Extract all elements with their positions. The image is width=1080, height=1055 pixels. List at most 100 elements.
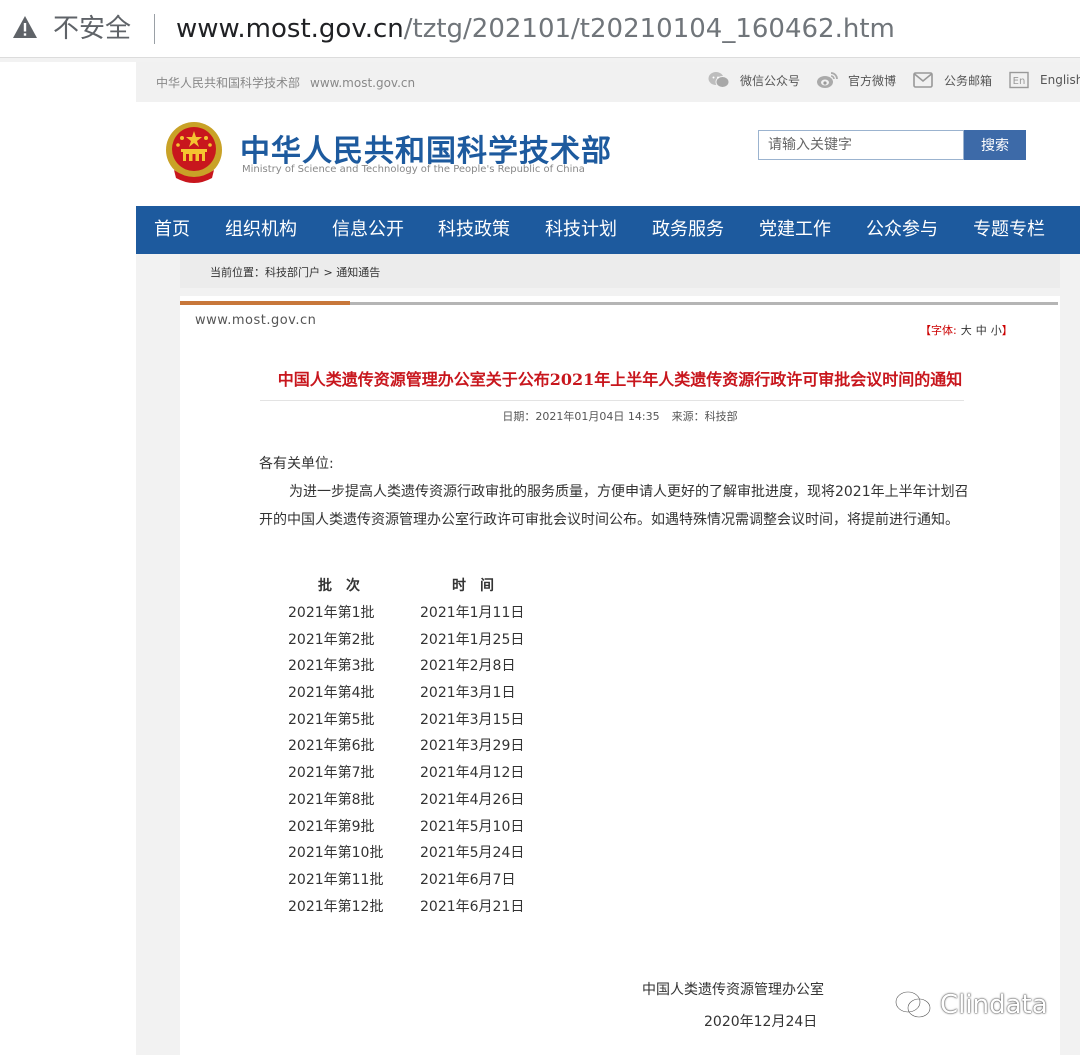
salutation: 各有关单位: (259, 456, 334, 472)
schedule-row: 2021年第10批 2021年5月24日 (288, 840, 524, 867)
schedule-date: 2021年5月10日 (420, 818, 525, 835)
schedule-row: 2021年第1批 2021年1月11日 (288, 600, 524, 627)
schedule-batch: 2021年第8批 (288, 791, 375, 808)
nav-item-programs[interactable]: 科技计划 (545, 206, 617, 254)
signature-org: 中国人类遗传资源管理办公室 (642, 982, 824, 998)
schedule-batch: 2021年第1批 (288, 605, 375, 621)
breadcrumb[interactable]: 当前位置：科技部门户 > 通知通告 (210, 264, 380, 280)
wechat-link[interactable]: 微信公众号 (708, 71, 800, 89)
schedule-batch: 2021年第3批 (288, 658, 375, 675)
schedule-date: 2021年4月12日 (420, 765, 525, 782)
schedule-batch: 2021年第11批 (288, 871, 384, 888)
national-emblem-icon[interactable] (164, 118, 224, 186)
weibo-label: 官方微博 (848, 73, 897, 88)
wechat-label: 微信公众号 (740, 73, 801, 88)
schedule-row: 2021年第5批 2021年3月15日 (288, 707, 524, 734)
article-title: 中国人类遗传资源管理办公室关于公布2021年上半年人类遗传资源行政许可审批会议时… (277, 370, 963, 389)
schedule-date: 2021年6月21日 (420, 898, 525, 915)
schedule-header-batch: 批 次 (318, 578, 360, 594)
schedule-date: 2021年3月1日 (420, 685, 516, 702)
schedule-row: 2021年第12批 2021年6月21日 (288, 894, 524, 921)
schedule-row: 2021年第6批 2021年3月29日 (288, 733, 524, 760)
nav-item-info-disclosure[interactable]: 信息公开 (332, 206, 404, 254)
schedule-date: 2021年2月8日 (420, 658, 516, 675)
svg-text:En: En (1013, 76, 1026, 87)
schedule-batch: 2021年第4批 (288, 685, 375, 702)
schedule-row: 2021年第8批 2021年4月26日 (288, 787, 524, 814)
schedule-batch: 2021年第12批 (288, 898, 384, 915)
weibo-icon (817, 72, 838, 88)
nav-item-policy[interactable]: 科技政策 (438, 206, 510, 254)
weibo-link[interactable]: 官方微博 (816, 71, 896, 89)
browser-address-bar[interactable]: 不安全 www.most.gov.cn/tztg/202101/t2021010… (0, 0, 1080, 58)
schedule-batch: 2021年第5批 (288, 711, 375, 728)
topbar-site-domain: www.most.gov.cn (310, 76, 416, 90)
security-label[interactable]: 不安全 (53, 12, 131, 46)
schedule-header-row: 批 次 时 间 (288, 572, 524, 600)
topbar-site-name: 中华人民共和国科学技术部 (156, 76, 301, 90)
schedule-row: 2021年第4批 2021年3月1日 (288, 680, 524, 707)
schedule-row: 2021年第11批 2021年6月7日 (288, 867, 524, 894)
bracket-open: 【 (920, 324, 931, 337)
schedule-table: 批 次 时 间 2021年第1批 2021年1月11日 2021年第2批 2021年1… (288, 572, 524, 920)
breadcrumb-bar: 当前位置：科技部门户 > 通知通告 (180, 254, 1060, 288)
schedule-date: 2021年4月26日 (420, 791, 525, 808)
mail-link[interactable]: 公务邮箱 (912, 71, 992, 89)
schedule-date: 2021年3月15日 (420, 711, 525, 728)
schedule-date: 2021年3月29日 (420, 738, 525, 755)
mail-label: 公务邮箱 (944, 73, 993, 88)
page-margin (0, 62, 136, 1055)
english-link[interactable]: En English (1008, 71, 1080, 89)
url-text[interactable]: www.most.gov.cn/tztg/202101/t20210104_16… (176, 12, 895, 46)
nav-item-party-building[interactable]: 党建工作 (759, 206, 831, 254)
schedule-row: 2021年第9批 2021年5月10日 (288, 814, 524, 841)
schedule-date: 2021年1月25日 (420, 631, 525, 648)
wechat-icon (708, 72, 730, 88)
schedule-batch: 2021年第2批 (288, 631, 375, 648)
font-size-medium[interactable]: 中 (976, 324, 987, 337)
font-size-switcher: 【字体: 大中小】 (920, 322, 1013, 338)
schedule-batch: 2021年第7批 (288, 765, 375, 782)
body-paragraph: 为进一步提高人类遗传资源行政审批的服务质量，方便申请人更好的了解审批进度，现将2… (259, 484, 969, 528)
schedule-batch: 2021年第9批 (288, 818, 375, 835)
font-size-small[interactable]: 小 (991, 324, 1002, 337)
watermark: Clindata (894, 990, 1048, 1020)
site-header: 中华人民共和国科学技术部 Ministry of Science and Tec… (136, 102, 1080, 206)
address-separator (154, 14, 155, 44)
article-site-mark: www.most.gov.cn (195, 313, 317, 328)
article-meta: 日期：2021年01月04日 14:35 来源：科技部 (180, 408, 1060, 424)
watermark-text: Clindata (940, 990, 1048, 1020)
title-divider (260, 400, 964, 401)
schedule-date: 2021年6月7日 (420, 871, 516, 888)
article-body: 各有关单位: 为进一步提高人类遗传资源行政审批的服务质量，方便申请人更好的了解审… (259, 450, 979, 534)
schedule-date: 2021年5月24日 (420, 845, 525, 862)
warning-icon[interactable] (12, 15, 38, 39)
schedule-batch: 2021年第10批 (288, 845, 384, 862)
signature-date: 2020年12月24日 (704, 1014, 818, 1030)
article-source: 来源：科技部 (671, 410, 738, 423)
search-input[interactable] (758, 130, 964, 160)
bracket-close: 】 (1001, 324, 1013, 337)
article-rule (350, 302, 1058, 305)
schedule-row: 2021年第2批 2021年1月25日 (288, 627, 524, 654)
nav-item-organization[interactable]: 组织机构 (225, 206, 297, 254)
nav-item-services[interactable]: 政务服务 (652, 206, 724, 254)
nav-item-special-topics[interactable]: 专题专栏 (973, 206, 1045, 254)
schedule-row: 2021年第7批 2021年4月12日 (288, 760, 524, 787)
nav-item-home[interactable]: 首页 (154, 206, 190, 254)
mail-icon (913, 72, 933, 88)
english-label: English (1040, 73, 1080, 87)
english-icon: En (1009, 71, 1029, 89)
schedule-row: 2021年第3批 2021年2月8日 (288, 653, 524, 680)
schedule-date: 2021年1月11日 (420, 605, 525, 621)
search-button[interactable]: 搜索 (964, 130, 1026, 160)
url-path: /tztg/202101/t20210104_160462.htm (403, 14, 895, 44)
article-panel: www.most.gov.cn 【字体: 大中小】 中国人类遗传资源管理办公室关于… (180, 296, 1060, 1055)
nav-item-public-participation[interactable]: 公众参与 (866, 206, 938, 254)
article-rule-accent (180, 301, 350, 305)
site-subtitle: Ministry of Science and Technology of th… (242, 164, 585, 175)
url-host: www.most.gov.cn (176, 14, 404, 44)
font-size-large[interactable]: 大 (961, 324, 972, 337)
signature-block: 中国人类遗传资源管理办公室 2020年12月24日 (642, 974, 824, 1038)
schedule-header-time: 时 间 (452, 578, 494, 594)
